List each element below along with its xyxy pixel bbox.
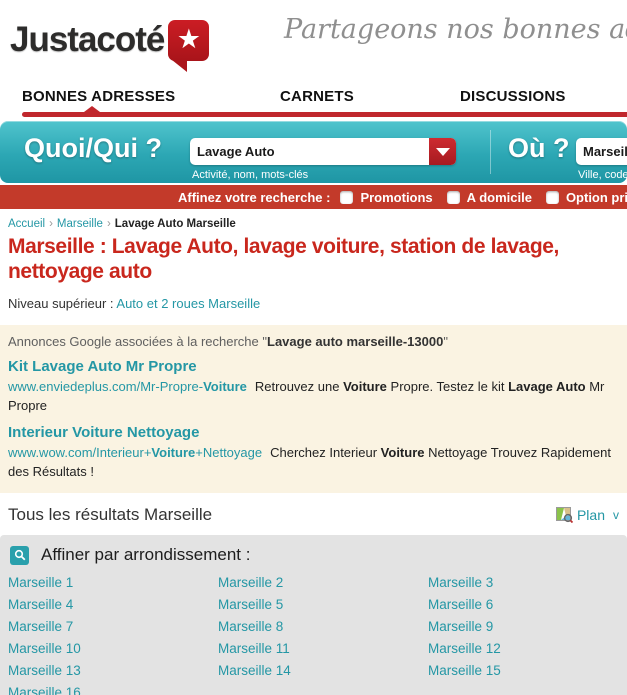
what-input-group bbox=[190, 138, 456, 165]
district-link[interactable]: Marseille 5 bbox=[218, 597, 428, 612]
refine-option-domicile: A domicile bbox=[447, 190, 532, 205]
star-icon: ★ bbox=[177, 26, 201, 53]
plan-label: Plan bbox=[577, 507, 605, 523]
district-link[interactable]: Marseille 7 bbox=[8, 619, 218, 634]
district-filter-title: Affiner par arrondissement : bbox=[41, 545, 250, 565]
district-link[interactable]: Marseille 4 bbox=[8, 597, 218, 612]
logo-star-icon: ★ bbox=[168, 20, 209, 61]
a-domicile-label: A domicile bbox=[467, 190, 532, 205]
level-up-link[interactable]: Auto et 2 roues Marseille bbox=[116, 296, 260, 311]
district-filter-box: Affiner par arrondissement : Marseille 1… bbox=[0, 535, 627, 695]
district-link[interactable]: Marseille 1 bbox=[8, 575, 218, 590]
breadcrumb-separator: › bbox=[49, 218, 53, 230]
where-input-group bbox=[576, 138, 627, 165]
site-header: Justacoté ★ Partageons nos bonnes adress… bbox=[0, 0, 627, 86]
ad-item: Interieur Voiture Nettoyage www.wow.com/… bbox=[8, 424, 619, 481]
results-header: Tous les résultats Marseille Plan v bbox=[0, 505, 627, 525]
refine-option-rdv: Option prise de rendez-vous bbox=[546, 190, 627, 205]
caret-down-icon bbox=[436, 148, 450, 156]
nav-active-indicator bbox=[22, 112, 627, 117]
what-input[interactable] bbox=[190, 138, 428, 165]
tab-discussions[interactable]: DISCUSSIONS bbox=[460, 88, 566, 105]
page-title: Marseille : Lavage Auto, lavage voiture,… bbox=[8, 234, 624, 284]
where-input[interactable] bbox=[576, 138, 627, 165]
district-link[interactable]: Marseille 6 bbox=[428, 597, 627, 612]
district-link[interactable]: Marseille 2 bbox=[218, 575, 428, 590]
refine-option-promotions: Promotions bbox=[340, 190, 432, 205]
logo[interactable]: Justacoté ★ bbox=[10, 20, 209, 61]
ad-body: www.wow.com/Interieur+Voiture+NettoyageC… bbox=[8, 443, 619, 481]
promotions-label: Promotions bbox=[360, 190, 432, 205]
district-link[interactable]: Marseille 8 bbox=[218, 619, 428, 634]
level-up-row: Niveau supérieur : Auto et 2 roues Marse… bbox=[8, 296, 619, 311]
district-link[interactable]: Marseille 13 bbox=[8, 663, 218, 678]
ad-url[interactable]: www.enviedeplus.com/Mr-Propre-Voiture bbox=[8, 379, 247, 394]
promotions-checkbox[interactable] bbox=[340, 191, 353, 204]
district-link[interactable]: Marseille 9 bbox=[428, 619, 627, 634]
plan-toggle-link[interactable]: Plan v bbox=[556, 507, 619, 523]
district-link[interactable]: Marseille 12 bbox=[428, 641, 627, 656]
search-panel: Quoi/Qui ? Activité, nom, mots-clés Où ?… bbox=[0, 121, 627, 183]
ad-item: Kit Lavage Auto Mr Propre www.enviedeplu… bbox=[8, 358, 619, 415]
search-divider bbox=[490, 130, 491, 174]
district-link[interactable]: Marseille 10 bbox=[8, 641, 218, 656]
tagline: Partageons nos bonnes adresses bbox=[284, 14, 627, 45]
results-title: Tous les résultats Marseille bbox=[8, 505, 212, 525]
what-label: Quoi/Qui ? bbox=[24, 133, 162, 164]
tab-bonnes-adresses[interactable]: BONNES ADRESSES bbox=[22, 88, 175, 105]
breadcrumb-separator: › bbox=[107, 218, 111, 230]
district-link[interactable]: Marseille 14 bbox=[218, 663, 428, 678]
logo-text: Justacoté bbox=[10, 20, 164, 60]
where-hint: Ville, code postal bbox=[578, 169, 627, 181]
a-domicile-checkbox[interactable] bbox=[447, 191, 460, 204]
where-label: Où ? bbox=[508, 133, 570, 164]
what-dropdown-button[interactable] bbox=[429, 138, 456, 165]
district-link[interactable]: Marseille 15 bbox=[428, 663, 627, 678]
ad-body: www.enviedeplus.com/Mr-Propre-VoitureRet… bbox=[8, 377, 619, 415]
chevron-down-icon: v bbox=[613, 508, 619, 522]
ads-header: Annonces Google associées à la recherche… bbox=[8, 334, 619, 349]
breadcrumb-current: Lavage Auto Marseille bbox=[115, 218, 236, 230]
ad-title-link[interactable]: Interieur Voiture Nettoyage bbox=[8, 424, 619, 441]
ad-url[interactable]: www.wow.com/Interieur+Voiture+Nettoyage bbox=[8, 445, 262, 460]
google-ads-box: Annonces Google associées à la recherche… bbox=[0, 325, 627, 493]
district-link[interactable]: Marseille 16 bbox=[8, 685, 218, 695]
breadcrumb-accueil[interactable]: Accueil bbox=[8, 218, 45, 230]
magnifier-glyph bbox=[14, 549, 26, 561]
map-icon bbox=[556, 507, 573, 523]
what-hint: Activité, nom, mots-clés bbox=[192, 169, 308, 181]
page: Justacoté ★ Partageons nos bonnes adress… bbox=[0, 0, 627, 695]
level-up-label: Niveau supérieur : bbox=[8, 296, 114, 311]
district-links-grid: Marseille 1Marseille 2Marseille 3Marseil… bbox=[0, 565, 627, 695]
ad-title-link[interactable]: Kit Lavage Auto Mr Propre bbox=[8, 358, 619, 375]
search-icon[interactable] bbox=[10, 546, 29, 565]
district-link[interactable]: Marseille 11 bbox=[218, 641, 428, 656]
breadcrumb-marseille[interactable]: Marseille bbox=[57, 218, 103, 230]
rendez-vous-label: Option prise de rendez-vous bbox=[566, 190, 627, 205]
breadcrumb: Accueil › Marseille › Lavage Auto Marseille bbox=[8, 218, 619, 230]
tab-carnets[interactable]: CARNETS bbox=[280, 88, 354, 105]
main-content: Accueil›Marseille›Lavage Auto Marseille … bbox=[0, 218, 627, 311]
rendez-vous-checkbox[interactable] bbox=[546, 191, 559, 204]
refine-label: Affinez votre recherche : bbox=[178, 190, 330, 205]
district-filter-header: Affiner par arrondissement : bbox=[0, 545, 627, 565]
district-link[interactable]: Marseille 3 bbox=[428, 575, 627, 590]
refine-bar: Affinez votre recherche : Promotions A d… bbox=[0, 185, 627, 209]
